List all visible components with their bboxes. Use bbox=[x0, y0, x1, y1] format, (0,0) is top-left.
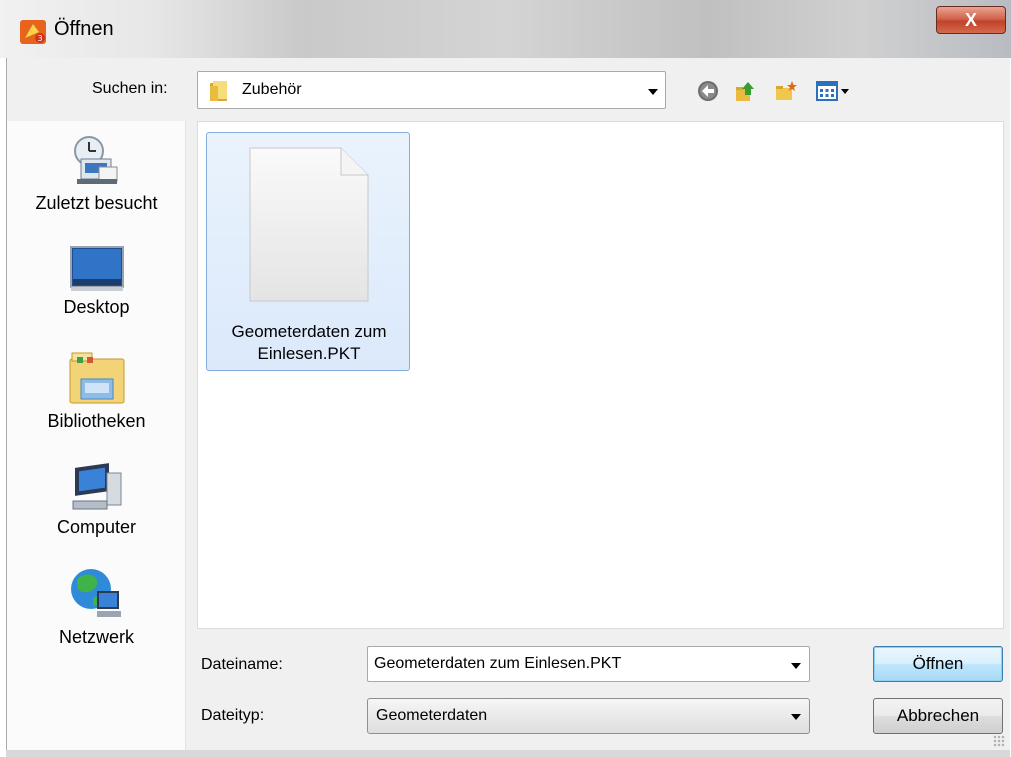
desktop-icon bbox=[69, 246, 124, 291]
lookin-label: Suchen in: bbox=[92, 80, 168, 97]
place-label-libraries: Bibliotheken bbox=[47, 411, 146, 431]
filetype-select[interactable]: Geometerdaten bbox=[367, 698, 810, 734]
place-recent[interactable]: Zuletzt besucht bbox=[7, 133, 186, 214]
filename-label: Dateiname: bbox=[201, 656, 283, 673]
close-icon: X bbox=[964, 10, 977, 30]
folder-icon bbox=[210, 81, 227, 101]
place-libraries[interactable]: Bibliotheken bbox=[7, 349, 186, 432]
libraries-icon bbox=[69, 352, 124, 404]
open-button[interactable]: Öffnen bbox=[873, 646, 1003, 682]
back-icon[interactable] bbox=[697, 80, 719, 102]
window-title: Öffnen bbox=[54, 18, 114, 40]
place-computer[interactable]: Computer bbox=[7, 461, 186, 538]
file-name-line-1: Geometerdaten zum bbox=[231, 322, 387, 341]
recent-places-icon bbox=[73, 136, 117, 184]
up-folder-icon[interactable] bbox=[734, 80, 756, 102]
lookin-value: Zubehör bbox=[242, 81, 302, 98]
cancel-button[interactable]: Abbrechen bbox=[873, 698, 1003, 734]
file-name-line-2: Einlesen.PKT bbox=[257, 344, 361, 363]
place-label-network: Netzwerk bbox=[58, 627, 134, 647]
lookin-dropdown[interactable]: Zubehör bbox=[197, 71, 666, 109]
place-desktop[interactable]: Desktop bbox=[7, 245, 186, 318]
new-folder-icon[interactable] bbox=[775, 80, 797, 102]
chevron-down-icon bbox=[791, 714, 801, 720]
app-icon: 3 bbox=[20, 20, 46, 44]
filetype-value: Geometerdaten bbox=[376, 707, 488, 724]
close-button[interactable]: X bbox=[936, 6, 1006, 34]
place-label-desktop: Desktop bbox=[63, 297, 130, 317]
file-item[interactable]: Geometerdaten zum Einlesen.PKT bbox=[206, 132, 410, 371]
computer-icon bbox=[72, 463, 121, 510]
document-icon bbox=[249, 147, 369, 302]
window-frame-bottom bbox=[6, 750, 1010, 757]
place-label-computer: Computer bbox=[56, 517, 137, 537]
place-network[interactable]: Netzwerk bbox=[7, 565, 186, 648]
filename-input[interactable] bbox=[374, 653, 774, 675]
svg-text:3: 3 bbox=[38, 34, 43, 43]
places-bar: Zuletzt besucht Desktop Bibliotheken Com… bbox=[7, 121, 186, 750]
file-name: Geometerdaten zum Einlesen.PKT bbox=[207, 321, 411, 365]
view-menu-icon[interactable] bbox=[816, 80, 856, 102]
filename-combo[interactable] bbox=[367, 646, 810, 682]
title-bar: 3 Öffnen X bbox=[0, 0, 1011, 58]
chevron-down-icon bbox=[648, 89, 658, 95]
file-list[interactable]: Geometerdaten zum Einlesen.PKT bbox=[197, 121, 1004, 629]
filetype-label: Dateityp: bbox=[201, 707, 265, 724]
place-label-recent: Zuletzt besucht bbox=[35, 193, 158, 213]
chevron-down-icon[interactable] bbox=[791, 663, 801, 669]
resize-grip[interactable] bbox=[993, 735, 1005, 747]
network-icon bbox=[70, 569, 121, 617]
